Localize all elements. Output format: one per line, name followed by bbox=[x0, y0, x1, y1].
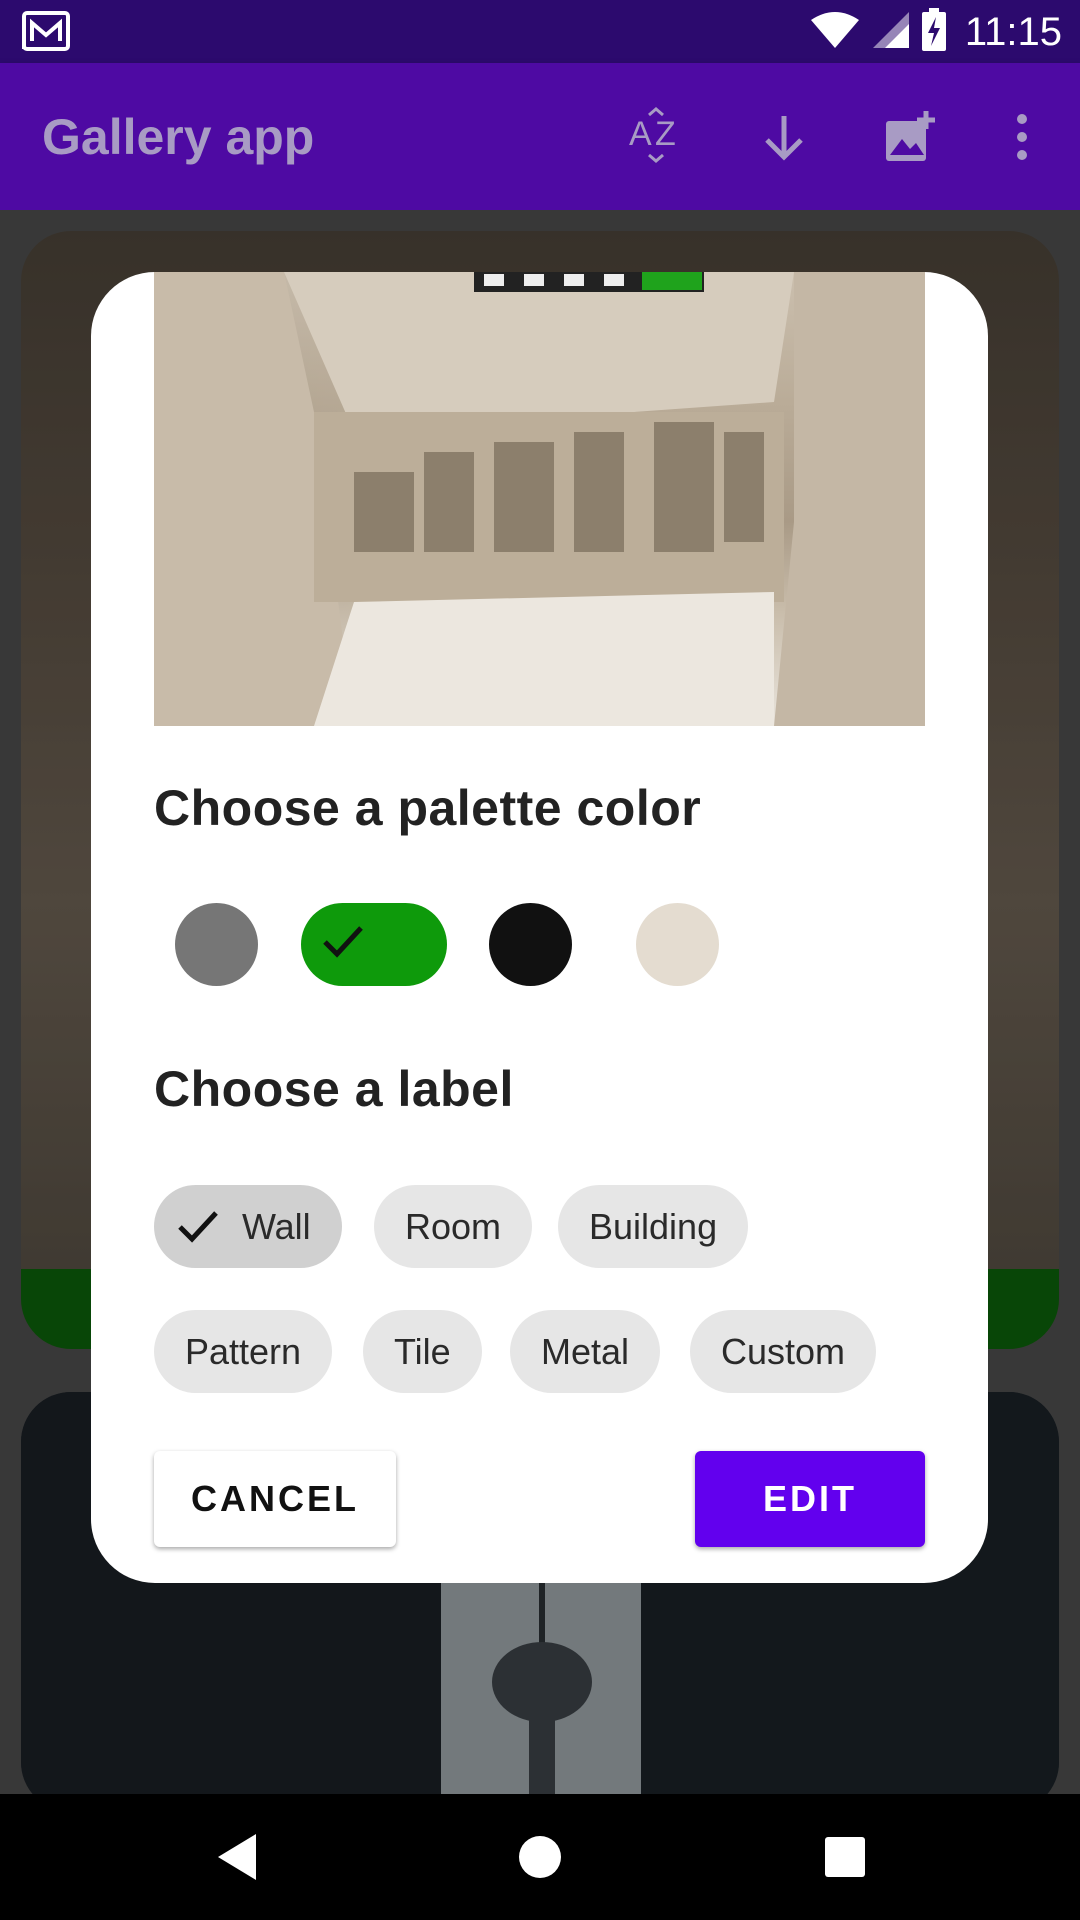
label-chip-text: Metal bbox=[541, 1330, 630, 1372]
sort-az-icon[interactable]: A Z bbox=[625, 105, 689, 169]
palette-swatch-gray[interactable] bbox=[175, 903, 258, 986]
app-title: Gallery app bbox=[42, 109, 315, 165]
label-chip-text: Wall bbox=[242, 1205, 311, 1247]
app-bar: Gallery app A Z bbox=[0, 63, 1080, 210]
label-title: Choose a label bbox=[154, 1061, 514, 1117]
home-icon[interactable] bbox=[510, 1827, 570, 1887]
palette-swatch-black[interactable] bbox=[489, 903, 572, 986]
label-chip-custom[interactable]: Custom bbox=[690, 1310, 877, 1393]
signal-icon bbox=[871, 10, 911, 55]
svg-text:Z: Z bbox=[655, 115, 676, 153]
edit-button[interactable]: EDIT bbox=[695, 1451, 925, 1547]
check-icon bbox=[319, 918, 367, 971]
navigation-bar bbox=[0, 1794, 1080, 1920]
wifi-icon bbox=[809, 10, 861, 55]
more-vert-icon[interactable] bbox=[990, 105, 1054, 169]
label-chip-text: Room bbox=[405, 1205, 502, 1247]
check-icon bbox=[174, 1203, 222, 1251]
label-chip-room[interactable]: Room bbox=[374, 1185, 533, 1268]
label-chip-text: Tile bbox=[394, 1330, 451, 1372]
cancel-button[interactable]: CANCEL bbox=[154, 1451, 396, 1547]
label-chip-tile[interactable]: Tile bbox=[363, 1310, 482, 1393]
gmail-icon bbox=[22, 11, 70, 56]
add-photo-icon[interactable] bbox=[878, 105, 942, 169]
recents-icon[interactable] bbox=[815, 1827, 875, 1887]
battery-charging-icon bbox=[921, 7, 947, 57]
label-chip-text: Custom bbox=[721, 1330, 846, 1372]
label-chip-wall[interactable]: Wall bbox=[154, 1185, 342, 1268]
edit-dialog: Choose a palette color Choose a label Wa… bbox=[91, 272, 988, 1583]
label-chip-text: Pattern bbox=[185, 1330, 302, 1372]
label-chip-pattern[interactable]: Pattern bbox=[154, 1310, 333, 1393]
label-chip-metal[interactable]: Metal bbox=[510, 1310, 661, 1393]
status-bar: 11:15 bbox=[0, 0, 1080, 63]
palette-swatch-green[interactable] bbox=[301, 903, 447, 986]
palette-swatch-beige[interactable] bbox=[636, 903, 719, 986]
label-chip-building[interactable]: Building bbox=[558, 1185, 749, 1268]
palette-title: Choose a palette color bbox=[154, 780, 702, 836]
download-icon[interactable] bbox=[752, 105, 816, 169]
back-icon[interactable] bbox=[208, 1827, 268, 1887]
svg-text:A: A bbox=[629, 115, 652, 153]
label-chip-text: Building bbox=[589, 1205, 718, 1247]
photo-preview bbox=[154, 272, 925, 726]
status-time: 11:15 bbox=[964, 9, 1062, 54]
